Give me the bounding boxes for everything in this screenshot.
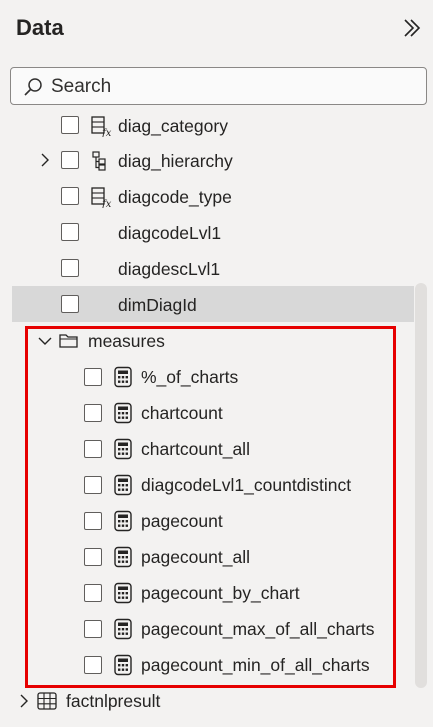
vertical-scrollbar[interactable] [415, 283, 427, 688]
measure-label: pagecount [141, 511, 223, 531]
field-label: diag_category [118, 116, 228, 136]
field-row-dimdiagid[interactable]: dimDiagId [12, 286, 414, 322]
field-checkbox[interactable] [61, 259, 79, 277]
calculated-column-icon: fx [91, 116, 112, 137]
field-row-diagcodelvl1[interactable]: diagcodeLvl1 [0, 215, 415, 251]
field-checkbox[interactable] [84, 512, 102, 530]
field-label: diagcode_type [118, 187, 232, 207]
field-checkbox[interactable] [61, 295, 79, 313]
calculated-column-icon: fx [91, 187, 112, 208]
calculator-icon [114, 510, 132, 532]
chevron-right-icon[interactable] [17, 694, 31, 708]
measure-row[interactable]: %_of_charts [0, 359, 415, 395]
search-box[interactable] [10, 67, 427, 105]
table-icon [37, 692, 57, 710]
measure-row[interactable]: chartcount_all [0, 431, 415, 467]
field-checkbox[interactable] [61, 223, 79, 241]
calculator-icon [114, 654, 132, 676]
measure-label: chartcount [141, 403, 223, 423]
folder-icon [59, 334, 78, 348]
field-label: diagdescLvl1 [118, 259, 221, 279]
svg-text:fx: fx [101, 199, 112, 208]
measure-label: pagecount_all [141, 547, 250, 567]
measure-label: diagcodeLvl1_countdistinct [141, 475, 352, 495]
calculator-icon [114, 546, 132, 568]
measure-label: pagecount_max_of_all_charts [141, 619, 375, 639]
field-checkbox[interactable] [84, 440, 102, 458]
field-row-diag-category[interactable]: fx diag_category [0, 108, 415, 144]
field-row-diagdesclvl1[interactable]: diagdescLvl1 [0, 251, 415, 287]
folder-label: measures [88, 331, 165, 351]
pane-title: Data [16, 15, 64, 40]
field-checkbox[interactable] [61, 151, 79, 169]
svg-text:fx: fx [101, 128, 112, 137]
field-checkbox[interactable] [84, 368, 102, 386]
table-row-factnlpresult[interactable]: factnlpresult [0, 683, 415, 719]
measure-row[interactable]: pagecount_max_of_all_charts [0, 611, 415, 647]
field-label: diagcodeLvl1 [118, 223, 222, 243]
field-checkbox[interactable] [61, 187, 79, 205]
hierarchy-icon [92, 151, 106, 171]
measure-row[interactable]: pagecount_by_chart [0, 575, 415, 611]
measure-label: pagecount_by_chart [141, 583, 300, 603]
data-pane: Data fx diag_category [0, 0, 433, 727]
measure-row[interactable]: chartcount [0, 395, 415, 431]
calculator-icon [114, 438, 132, 460]
calculator-icon [114, 474, 132, 496]
calculator-icon [114, 402, 132, 424]
measure-label: pagecount_min_of_all_charts [141, 655, 370, 675]
table-label: factnlpresult [66, 691, 161, 711]
calculator-icon [114, 582, 132, 604]
collapse-pane-button[interactable] [398, 14, 426, 42]
calculator-icon [114, 618, 132, 640]
field-checkbox[interactable] [84, 656, 102, 674]
measure-label: chartcount_all [141, 439, 250, 459]
field-checkbox[interactable] [84, 548, 102, 566]
measure-row[interactable]: pagecount_all [0, 539, 415, 575]
search-icon [24, 78, 42, 96]
field-checkbox[interactable] [84, 404, 102, 422]
field-label: diag_hierarchy [118, 151, 233, 171]
double-chevron-right-icon [404, 19, 421, 37]
field-label: dimDiagId [118, 295, 197, 315]
field-checkbox[interactable] [84, 476, 102, 494]
chevron-down-icon[interactable] [38, 334, 52, 348]
field-row-diagcode-type[interactable]: fx diagcode_type [0, 179, 415, 215]
measure-row[interactable]: pagecount [0, 503, 415, 539]
folder-row-measures[interactable]: measures [0, 323, 415, 359]
field-checkbox[interactable] [61, 116, 79, 134]
field-row-diag-hierarchy[interactable]: diag_hierarchy [0, 143, 415, 179]
field-checkbox[interactable] [84, 620, 102, 638]
measure-label: %_of_charts [141, 367, 239, 387]
measure-row[interactable]: pagecount_min_of_all_charts [0, 647, 415, 683]
measure-row[interactable]: diagcodeLvl1_countdistinct [0, 467, 415, 503]
calculator-icon [114, 366, 132, 388]
chevron-right-icon[interactable] [38, 153, 52, 167]
search-input[interactable] [51, 74, 411, 100]
field-checkbox[interactable] [84, 584, 102, 602]
